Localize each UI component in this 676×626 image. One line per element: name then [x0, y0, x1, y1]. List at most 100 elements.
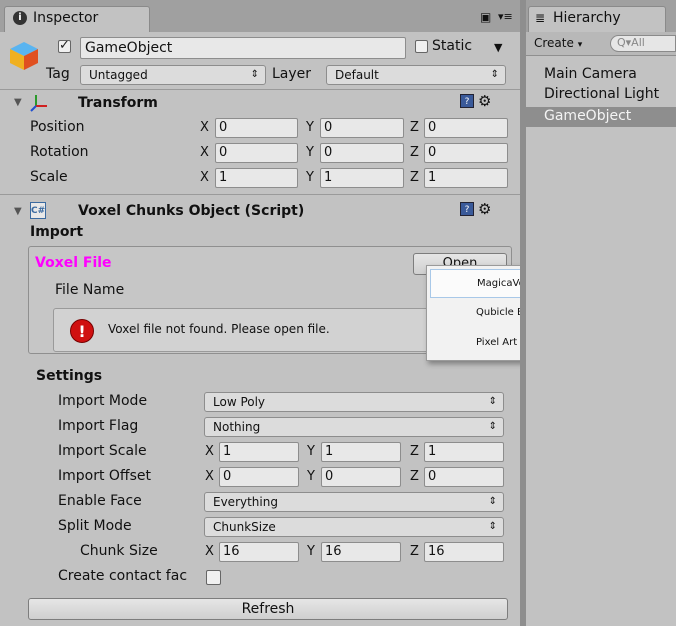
rotation-z-value: 0	[428, 145, 437, 160]
x-axis-label: X	[200, 120, 209, 135]
import-scale-row: Import Scale X 1 Y 1 Z 1	[0, 440, 520, 464]
import-offset-x-value: 0	[223, 469, 232, 484]
split-mode-dropdown[interactable]: ChunkSize ⇕	[204, 517, 504, 537]
split-mode-label: Split Mode	[58, 518, 132, 534]
hierarchy-toolbar: Create ▾ Q▾All	[526, 32, 676, 56]
lock-icon[interactable]: ▣	[480, 10, 491, 24]
rotation-z-field[interactable]: 0	[424, 143, 508, 163]
import-scale-x-field[interactable]: 1	[219, 442, 299, 462]
import-offset-x-field[interactable]: 0	[219, 467, 299, 487]
layer-label: Layer	[272, 66, 312, 82]
updown-arrow-icon: ⇕	[488, 496, 497, 507]
transform-icon	[30, 92, 50, 112]
tab-hierarchy[interactable]: ≣ Hierarchy	[528, 6, 666, 32]
x-axis-label: X	[205, 444, 214, 459]
y-axis-label: Y	[307, 444, 315, 459]
x-axis-label: X	[205, 469, 214, 484]
file-name-label: File Name	[55, 282, 125, 298]
position-label: Position	[30, 119, 85, 135]
hierarchy-item-main-camera[interactable]: Main Camera	[526, 65, 676, 85]
scale-x-field[interactable]: 1	[215, 168, 298, 188]
voxel-file-label: Voxel File	[35, 255, 112, 271]
transform-row-rotation: Rotation X 0 Y 0 Z 0	[0, 141, 520, 165]
create-dropdown[interactable]: Create ▾	[534, 36, 582, 50]
error-icon: !	[70, 319, 94, 343]
help-book-icon[interactable]: ?	[460, 202, 474, 216]
import-mode-dropdown[interactable]: Low Poly ⇕	[204, 392, 504, 412]
search-input[interactable]: Q▾All	[610, 35, 676, 52]
x-axis-label: X	[200, 170, 209, 185]
static-checkbox[interactable]	[415, 40, 428, 53]
gear-icon[interactable]: ⚙	[478, 200, 491, 218]
tab-inspector-label: Inspector	[33, 10, 99, 26]
y-axis-label: Y	[307, 544, 315, 559]
refresh-button-label: Refresh	[241, 601, 295, 617]
hierarchy-item-gameobject[interactable]: GameObject	[526, 107, 676, 127]
y-axis-label: Y	[306, 170, 314, 185]
enable-face-dropdown[interactable]: Everything ⇕	[204, 492, 504, 512]
search-placeholder: Q▾All	[617, 36, 645, 49]
refresh-button[interactable]: Refresh	[28, 598, 508, 620]
rotation-label: Rotation	[30, 144, 89, 160]
tag-dropdown[interactable]: Untagged ⇕	[80, 65, 266, 85]
transform-row-scale: Scale X 1 Y 1 Z 1	[0, 166, 520, 190]
import-scale-y-field[interactable]: 1	[321, 442, 401, 462]
divider	[0, 194, 520, 195]
chunk-size-y-value: 16	[325, 544, 342, 559]
tag-value: Untagged	[89, 68, 148, 82]
hierarchy-item-label: GameObject	[544, 108, 632, 124]
chunk-size-z-field[interactable]: 16	[424, 542, 504, 562]
info-icon: i	[13, 11, 27, 25]
updown-arrow-icon: ⇕	[488, 396, 497, 407]
z-axis-label: Z	[410, 444, 419, 459]
static-dropdown-icon[interactable]: ▼	[494, 41, 502, 54]
create-contact-faces-checkbox[interactable]	[206, 570, 221, 585]
import-section-label: Import	[30, 224, 84, 240]
tab-hierarchy-label: Hierarchy	[553, 10, 621, 26]
z-axis-label: Z	[410, 544, 419, 559]
import-scale-label: Import Scale	[58, 443, 147, 459]
rotation-y-value: 0	[324, 145, 333, 160]
gameobject-name-field[interactable]: GameObject	[80, 37, 406, 59]
import-offset-row: Import Offset X 0 Y 0 Z 0	[0, 465, 520, 489]
import-scale-z-value: 1	[428, 444, 437, 459]
import-offset-y-field[interactable]: 0	[321, 467, 401, 487]
hierarchy-item-label: Main Camera	[544, 66, 637, 82]
import-offset-z-field[interactable]: 0	[424, 467, 504, 487]
tab-menu-icon[interactable]: ▾≡	[498, 10, 513, 23]
import-offset-label: Import Offset	[58, 468, 151, 484]
updown-arrow-icon: ⇕	[488, 421, 497, 432]
layer-dropdown[interactable]: Default ⇕	[326, 65, 506, 85]
hierarchy-item-directional-light[interactable]: Directional Light	[526, 85, 676, 105]
gear-icon[interactable]: ⚙	[478, 92, 491, 110]
position-x-field[interactable]: 0	[215, 118, 298, 138]
rotation-y-field[interactable]: 0	[320, 143, 404, 163]
y-axis-label: Y	[307, 469, 315, 484]
x-axis-label: X	[205, 544, 214, 559]
foldout-arrow-icon[interactable]: ▼	[14, 97, 22, 108]
position-z-field[interactable]: 0	[424, 118, 508, 138]
chunk-size-label: Chunk Size	[80, 543, 158, 559]
rotation-x-field[interactable]: 0	[215, 143, 298, 163]
z-axis-label: Z	[410, 469, 419, 484]
import-flag-dropdown[interactable]: Nothing ⇕	[204, 417, 504, 437]
scale-y-field[interactable]: 1	[320, 168, 404, 188]
tab-inspector[interactable]: i Inspector	[4, 6, 150, 32]
chunk-size-x-field[interactable]: 16	[219, 542, 299, 562]
scale-z-field[interactable]: 1	[424, 168, 508, 188]
import-scale-y-value: 1	[325, 444, 334, 459]
split-mode-value: ChunkSize	[213, 520, 276, 534]
help-book-icon[interactable]: ?	[460, 94, 474, 108]
transform-title: Transform	[78, 95, 158, 111]
foldout-arrow-icon[interactable]: ▼	[14, 206, 22, 217]
chevron-down-icon: ▾	[577, 40, 583, 50]
gameobject-active-checkbox[interactable]: ✓	[58, 38, 71, 53]
import-scale-z-field[interactable]: 1	[424, 442, 504, 462]
chunk-size-y-field[interactable]: 16	[321, 542, 401, 562]
import-scale-x-value: 1	[223, 444, 232, 459]
z-axis-label: Z	[410, 120, 419, 135]
position-y-field[interactable]: 0	[320, 118, 404, 138]
z-axis-label: Z	[410, 145, 419, 160]
hierarchy-list-icon: ≣	[535, 11, 546, 25]
chunk-size-z-value: 16	[428, 544, 445, 559]
